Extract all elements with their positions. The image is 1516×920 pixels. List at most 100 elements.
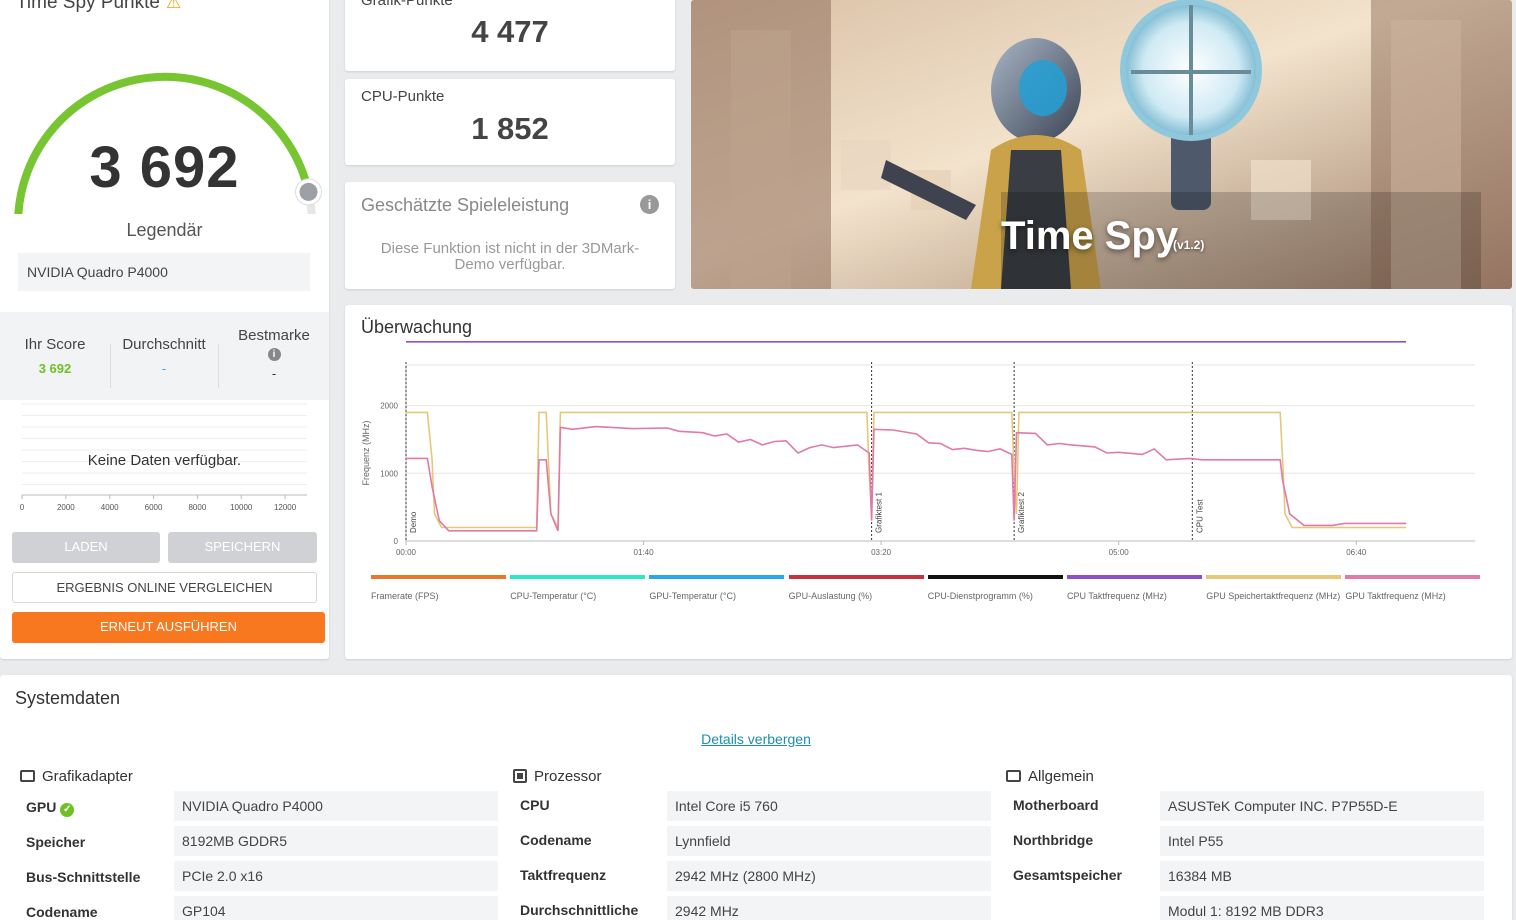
legend-label: GPU-Temperatur (°C) <box>649 591 737 601</box>
warning-icon[interactable]: ⚠ <box>166 0 181 13</box>
row-label: Bus-Schnittstelle <box>26 869 141 885</box>
x-tick-label: 01:40 <box>634 548 655 557</box>
your-score-value: 3 692 <box>38 361 72 376</box>
monitoring-chart: 0 1000 2000 00:00 01:40 03:20 05:00 06:40 Freque… <box>361 341 1475 557</box>
row-value: 2942 MHz (2800 MHz) <box>667 861 991 891</box>
legend-label: CPU-Dienstprogramm (%) <box>927 591 1033 601</box>
row-value: 8192MB GDDR5 <box>174 826 498 856</box>
cpu-score-card: CPU-Punkte 1 852 <box>345 79 675 165</box>
gpu-name: NVIDIA Quadro P4000 <box>18 253 310 291</box>
phase-marker-label: CPU Test <box>1195 499 1204 533</box>
score-card: Time Spy Punkte ⚠ 3 692 Legendär NVIDIA Q… <box>0 0 329 659</box>
legend-label: CPU Taktfrequenz (MHz) <box>1067 591 1167 601</box>
best-label: Bestmarke <box>238 327 310 344</box>
y-tick-label: 1000 <box>380 469 398 478</box>
row-value: 16384 MB <box>1160 861 1484 891</box>
legend-item[interactable]: CPU Taktfrequenz (MHz) <box>1067 575 1202 607</box>
divider <box>110 344 111 388</box>
legend-label: GPU Taktfrequenz (MHz) <box>1345 591 1446 601</box>
row-value: Modul 1: 8192 MB DDR3 <box>1160 896 1484 920</box>
row-label: GPU ✓ <box>26 799 75 817</box>
legend-swatch <box>1067 575 1202 579</box>
row-label: Northbridge <box>1013 832 1094 848</box>
legend-swatch <box>1345 575 1481 579</box>
gpu-icon <box>20 770 35 782</box>
y-axis-label: Frequenz (MHz) <box>361 420 371 485</box>
row-label: CPU <box>520 797 550 813</box>
x-tick-label: 00:00 <box>396 548 417 557</box>
series-line <box>406 425 1407 532</box>
legend-label: GPU-Auslastung (%) <box>788 591 873 601</box>
row-label: Durchschnittliche <box>520 902 639 918</box>
average-value: - <box>161 361 167 376</box>
monitoring-card: Überwachung 0 1000 2000 00:00 01:40 03:20 05:0… <box>345 305 1512 659</box>
row-value: Lynnfield <box>667 826 991 856</box>
x-tick-label: 06:40 <box>1346 548 1367 557</box>
game-performance-title: Geschätzte Spieleleistung <box>361 195 570 215</box>
game-performance-card: Geschätzte Spieleleistung i Diese Funkti… <box>345 182 675 289</box>
save-button[interactable]: SPEICHERN <box>168 532 317 563</box>
row-label: Codename <box>520 832 592 848</box>
row-value: GP104 <box>174 896 498 920</box>
x-tick-label: 10000 <box>230 503 253 512</box>
row-value: PCIe 2.0 x16 <box>174 861 498 891</box>
computer-icon <box>1006 770 1021 782</box>
section-title: Prozessor <box>534 768 602 785</box>
section-general: Allgemein <box>1006 768 1094 785</box>
series-line <box>406 411 1407 529</box>
x-tick-label: 0 <box>20 503 25 512</box>
legend-item[interactable]: GPU Speichertaktfrequenz (MHz) <box>1206 575 1342 607</box>
score-value: 3 692 <box>89 135 240 200</box>
cpu-score-label: CPU-Punkte <box>361 88 445 105</box>
row-label-text: GPU <box>26 799 57 815</box>
hide-details-link-text[interactable]: Details verbergen <box>701 731 811 747</box>
y-tick-label: 2000 <box>380 402 398 411</box>
x-tick-label: 03:20 <box>871 548 892 557</box>
row-value: ASUSTeK Computer INC. P7P55D-E <box>1160 791 1484 821</box>
legend-swatch <box>510 575 646 579</box>
benchmark-banner: Time Spy (v1.2) <box>691 0 1512 289</box>
x-tick-label: 12000 <box>274 503 297 512</box>
legend-item[interactable]: GPU-Auslastung (%) <box>788 575 924 607</box>
banner-title: Time Spy <box>1001 214 1179 258</box>
x-tick-label: 6000 <box>145 503 163 512</box>
average-label: Durchschnitt <box>122 336 206 353</box>
graphics-score-value: 4 477 <box>471 14 549 49</box>
legend-item[interactable]: CPU-Temperatur (°C) <box>510 575 646 607</box>
info-icon[interactable]: i <box>267 348 281 361</box>
x-tick-label: 2000 <box>57 503 75 512</box>
banner-version: (v1.2) <box>1173 238 1205 252</box>
score-rank: Legendär <box>126 220 203 240</box>
legend-item[interactable]: GPU Taktfrequenz (MHz) <box>1345 575 1481 607</box>
row-label: Codename <box>26 904 98 920</box>
load-button[interactable]: LADEN <box>12 532 160 563</box>
row-label: Gesamtspeicher <box>1013 867 1122 883</box>
hide-details-link[interactable]: Details verbergen <box>0 731 1512 747</box>
section-processor: Prozessor <box>513 768 602 785</box>
section-graphics: Grafikadapter <box>20 768 133 785</box>
compare-online-button[interactable]: ERGEBNIS ONLINE VERGLEICHEN <box>12 572 317 603</box>
rerun-button[interactable]: ERNEUT AUSFÜHREN <box>12 612 325 643</box>
row-label: Taktfrequenz <box>520 867 607 883</box>
game-performance-message: Diese Funktion ist nicht in der 3DMark-D… <box>380 240 640 273</box>
best-score: Bestmarke i - <box>226 327 322 381</box>
row-value: NVIDIA Quadro P4000 <box>174 791 498 821</box>
legend-item[interactable]: GPU-Temperatur (°C) <box>649 575 785 607</box>
system-data-card: Systemdaten Details verbergen Grafikadap… <box>0 675 1512 920</box>
legend-item[interactable]: CPU-Dienstprogramm (%) <box>927 575 1063 607</box>
graphics-score-label: Grafik-Punkte <box>361 0 453 9</box>
x-tick-label: 05:00 <box>1109 548 1130 557</box>
x-tick-label: 8000 <box>188 503 206 512</box>
x-tick-label: 4000 <box>101 503 119 512</box>
phase-marker-label: Grafiktest 1 <box>875 492 884 533</box>
legend-label: GPU Speichertaktfrequenz (MHz) <box>1206 591 1341 601</box>
legend-swatch <box>788 575 924 579</box>
phase-marker-label: Grafiktest 2 <box>1017 492 1026 533</box>
score-title: Time Spy Punkte ⚠ <box>16 0 181 14</box>
section-title: Grafikadapter <box>42 768 133 785</box>
your-score: Ihr Score 3 692 <box>15 336 95 376</box>
check-icon: ✓ <box>60 803 75 817</box>
legend-item[interactable]: Framerate (FPS) <box>371 575 506 607</box>
row-value: 2942 MHz <box>667 896 991 920</box>
info-icon[interactable]: i <box>640 195 659 214</box>
